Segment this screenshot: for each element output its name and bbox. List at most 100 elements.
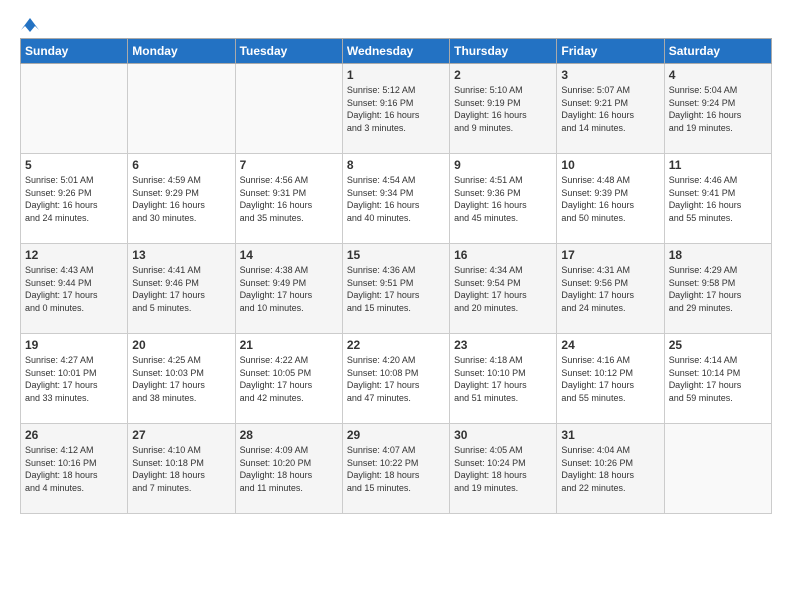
day-info: Sunrise: 4:27 AM Sunset: 10:01 PM Daylig… xyxy=(25,354,123,404)
calendar-cell: 31 Sunrise: 4:04 AM Sunset: 10:26 PM Dayl… xyxy=(557,424,664,514)
calendar-cell: 19 Sunrise: 4:27 AM Sunset: 10:01 PM Dayl… xyxy=(21,334,128,424)
day-number: 22 xyxy=(347,338,445,352)
calendar-week-row: 5 Sunrise: 5:01 AM Sunset: 9:26 PM Daylig… xyxy=(21,154,772,244)
day-number: 14 xyxy=(240,248,338,262)
day-info: Sunrise: 4:22 AM Sunset: 10:05 PM Daylig… xyxy=(240,354,338,404)
day-number: 31 xyxy=(561,428,659,442)
day-number: 18 xyxy=(669,248,767,262)
day-info: Sunrise: 4:41 AM Sunset: 9:46 PM Dayligh… xyxy=(132,264,230,314)
calendar-cell: 22 Sunrise: 4:20 AM Sunset: 10:08 PM Dayl… xyxy=(342,334,449,424)
calendar-cell: 24Sunrise: 4:16 AM Sunset: 10:12 PM Dayl… xyxy=(557,334,664,424)
calendar-cell: 23 Sunrise: 4:18 AM Sunset: 10:10 PM Dayl… xyxy=(450,334,557,424)
day-number: 5 xyxy=(25,158,123,172)
calendar-cell xyxy=(664,424,771,514)
day-info: Sunrise: 4:29 AM Sunset: 9:58 PM Dayligh… xyxy=(669,264,767,314)
day-number: 27 xyxy=(132,428,230,442)
weekday-header-thursday: Thursday xyxy=(450,39,557,64)
day-number: 17 xyxy=(561,248,659,262)
day-info: Sunrise: 4:14 AM Sunset: 10:14 PM Daylig… xyxy=(669,354,767,404)
day-info: Sunrise: 4:51 AM Sunset: 9:36 PM Dayligh… xyxy=(454,174,552,224)
page-header xyxy=(20,20,772,28)
day-info: Sunrise: 4:12 AM Sunset: 10:16 PM Daylig… xyxy=(25,444,123,494)
weekday-header-row: SundayMondayTuesdayWednesdayThursdayFrid… xyxy=(21,39,772,64)
day-number: 30 xyxy=(454,428,552,442)
calendar-cell: 30 Sunrise: 4:05 AM Sunset: 10:24 PM Dayl… xyxy=(450,424,557,514)
logo-bird-icon xyxy=(21,16,39,34)
day-info: Sunrise: 5:01 AM Sunset: 9:26 PM Dayligh… xyxy=(25,174,123,224)
day-info: Sunrise: 4:31 AM Sunset: 9:56 PM Dayligh… xyxy=(561,264,659,314)
calendar-cell: 12 Sunrise: 4:43 AM Sunset: 9:44 PM Dayli… xyxy=(21,244,128,334)
day-info: Sunrise: 4:07 AM Sunset: 10:22 PM Daylig… xyxy=(347,444,445,494)
day-info: Sunrise: 4:36 AM Sunset: 9:51 PM Dayligh… xyxy=(347,264,445,314)
day-info: Sunrise: 4:25 AM Sunset: 10:03 PM Daylig… xyxy=(132,354,230,404)
day-number: 4 xyxy=(669,68,767,82)
calendar-cell: 20 Sunrise: 4:25 AM Sunset: 10:03 PM Dayl… xyxy=(128,334,235,424)
day-number: 23 xyxy=(454,338,552,352)
calendar-week-row: 19 Sunrise: 4:27 AM Sunset: 10:01 PM Dayl… xyxy=(21,334,772,424)
calendar-cell: 29 Sunrise: 4:07 AM Sunset: 10:22 PM Dayl… xyxy=(342,424,449,514)
day-number: 21 xyxy=(240,338,338,352)
calendar-week-row: 26Sunrise: 4:12 AM Sunset: 10:16 PM Dayl… xyxy=(21,424,772,514)
calendar-cell: 9 Sunrise: 4:51 AM Sunset: 9:36 PM Daylig… xyxy=(450,154,557,244)
calendar-cell: 3Sunrise: 5:07 AM Sunset: 9:21 PM Daylig… xyxy=(557,64,664,154)
day-info: Sunrise: 4:10 AM Sunset: 10:18 PM Daylig… xyxy=(132,444,230,494)
calendar-cell: 16 Sunrise: 4:34 AM Sunset: 9:54 PM Dayli… xyxy=(450,244,557,334)
day-info: Sunrise: 4:09 AM Sunset: 10:20 PM Daylig… xyxy=(240,444,338,494)
day-info: Sunrise: 5:07 AM Sunset: 9:21 PM Dayligh… xyxy=(561,84,659,134)
calendar-cell: 26Sunrise: 4:12 AM Sunset: 10:16 PM Dayl… xyxy=(21,424,128,514)
day-info: Sunrise: 4:34 AM Sunset: 9:54 PM Dayligh… xyxy=(454,264,552,314)
day-number: 11 xyxy=(669,158,767,172)
day-info: Sunrise: 4:56 AM Sunset: 9:31 PM Dayligh… xyxy=(240,174,338,224)
day-number: 10 xyxy=(561,158,659,172)
day-number: 8 xyxy=(347,158,445,172)
weekday-header-tuesday: Tuesday xyxy=(235,39,342,64)
day-info: Sunrise: 4:04 AM Sunset: 10:26 PM Daylig… xyxy=(561,444,659,494)
day-info: Sunrise: 4:18 AM Sunset: 10:10 PM Daylig… xyxy=(454,354,552,404)
day-info: Sunrise: 4:38 AM Sunset: 9:49 PM Dayligh… xyxy=(240,264,338,314)
day-number: 2 xyxy=(454,68,552,82)
day-number: 16 xyxy=(454,248,552,262)
calendar-cell: 5 Sunrise: 5:01 AM Sunset: 9:26 PM Daylig… xyxy=(21,154,128,244)
calendar-cell: 7 Sunrise: 4:56 AM Sunset: 9:31 PM Daylig… xyxy=(235,154,342,244)
weekday-header-saturday: Saturday xyxy=(664,39,771,64)
day-number: 15 xyxy=(347,248,445,262)
weekday-header-friday: Friday xyxy=(557,39,664,64)
day-number: 29 xyxy=(347,428,445,442)
day-number: 1 xyxy=(347,68,445,82)
day-info: Sunrise: 5:10 AM Sunset: 9:19 PM Dayligh… xyxy=(454,84,552,134)
day-info: Sunrise: 4:46 AM Sunset: 9:41 PM Dayligh… xyxy=(669,174,767,224)
day-number: 20 xyxy=(132,338,230,352)
calendar-cell: 18 Sunrise: 4:29 AM Sunset: 9:58 PM Dayli… xyxy=(664,244,771,334)
calendar-cell: 4 Sunrise: 5:04 AM Sunset: 9:24 PM Daylig… xyxy=(664,64,771,154)
day-info: Sunrise: 4:54 AM Sunset: 9:34 PM Dayligh… xyxy=(347,174,445,224)
calendar-cell: 1 Sunrise: 5:12 AM Sunset: 9:16 PM Daylig… xyxy=(342,64,449,154)
day-number: 24 xyxy=(561,338,659,352)
calendar-cell: 13 Sunrise: 4:41 AM Sunset: 9:46 PM Dayli… xyxy=(128,244,235,334)
calendar-cell: 8 Sunrise: 4:54 AM Sunset: 9:34 PM Daylig… xyxy=(342,154,449,244)
calendar-week-row: 1 Sunrise: 5:12 AM Sunset: 9:16 PM Daylig… xyxy=(21,64,772,154)
calendar-table: SundayMondayTuesdayWednesdayThursdayFrid… xyxy=(20,38,772,514)
calendar-cell: 15 Sunrise: 4:36 AM Sunset: 9:51 PM Dayli… xyxy=(342,244,449,334)
day-info: Sunrise: 4:48 AM Sunset: 9:39 PM Dayligh… xyxy=(561,174,659,224)
day-info: Sunrise: 4:05 AM Sunset: 10:24 PM Daylig… xyxy=(454,444,552,494)
day-number: 7 xyxy=(240,158,338,172)
weekday-header-wednesday: Wednesday xyxy=(342,39,449,64)
calendar-cell xyxy=(128,64,235,154)
day-number: 19 xyxy=(25,338,123,352)
day-number: 28 xyxy=(240,428,338,442)
day-number: 9 xyxy=(454,158,552,172)
calendar-cell xyxy=(21,64,128,154)
calendar-cell: 2 Sunrise: 5:10 AM Sunset: 9:19 PM Daylig… xyxy=(450,64,557,154)
weekday-header-monday: Monday xyxy=(128,39,235,64)
calendar-week-row: 12 Sunrise: 4:43 AM Sunset: 9:44 PM Dayli… xyxy=(21,244,772,334)
weekday-header-sunday: Sunday xyxy=(21,39,128,64)
day-number: 25 xyxy=(669,338,767,352)
day-info: Sunrise: 5:04 AM Sunset: 9:24 PM Dayligh… xyxy=(669,84,767,134)
day-info: Sunrise: 5:12 AM Sunset: 9:16 PM Dayligh… xyxy=(347,84,445,134)
day-number: 12 xyxy=(25,248,123,262)
day-info: Sunrise: 4:20 AM Sunset: 10:08 PM Daylig… xyxy=(347,354,445,404)
day-number: 13 xyxy=(132,248,230,262)
calendar-cell: 10 Sunrise: 4:48 AM Sunset: 9:39 PM Dayli… xyxy=(557,154,664,244)
calendar-cell: 21 Sunrise: 4:22 AM Sunset: 10:05 PM Dayl… xyxy=(235,334,342,424)
day-info: Sunrise: 4:43 AM Sunset: 9:44 PM Dayligh… xyxy=(25,264,123,314)
